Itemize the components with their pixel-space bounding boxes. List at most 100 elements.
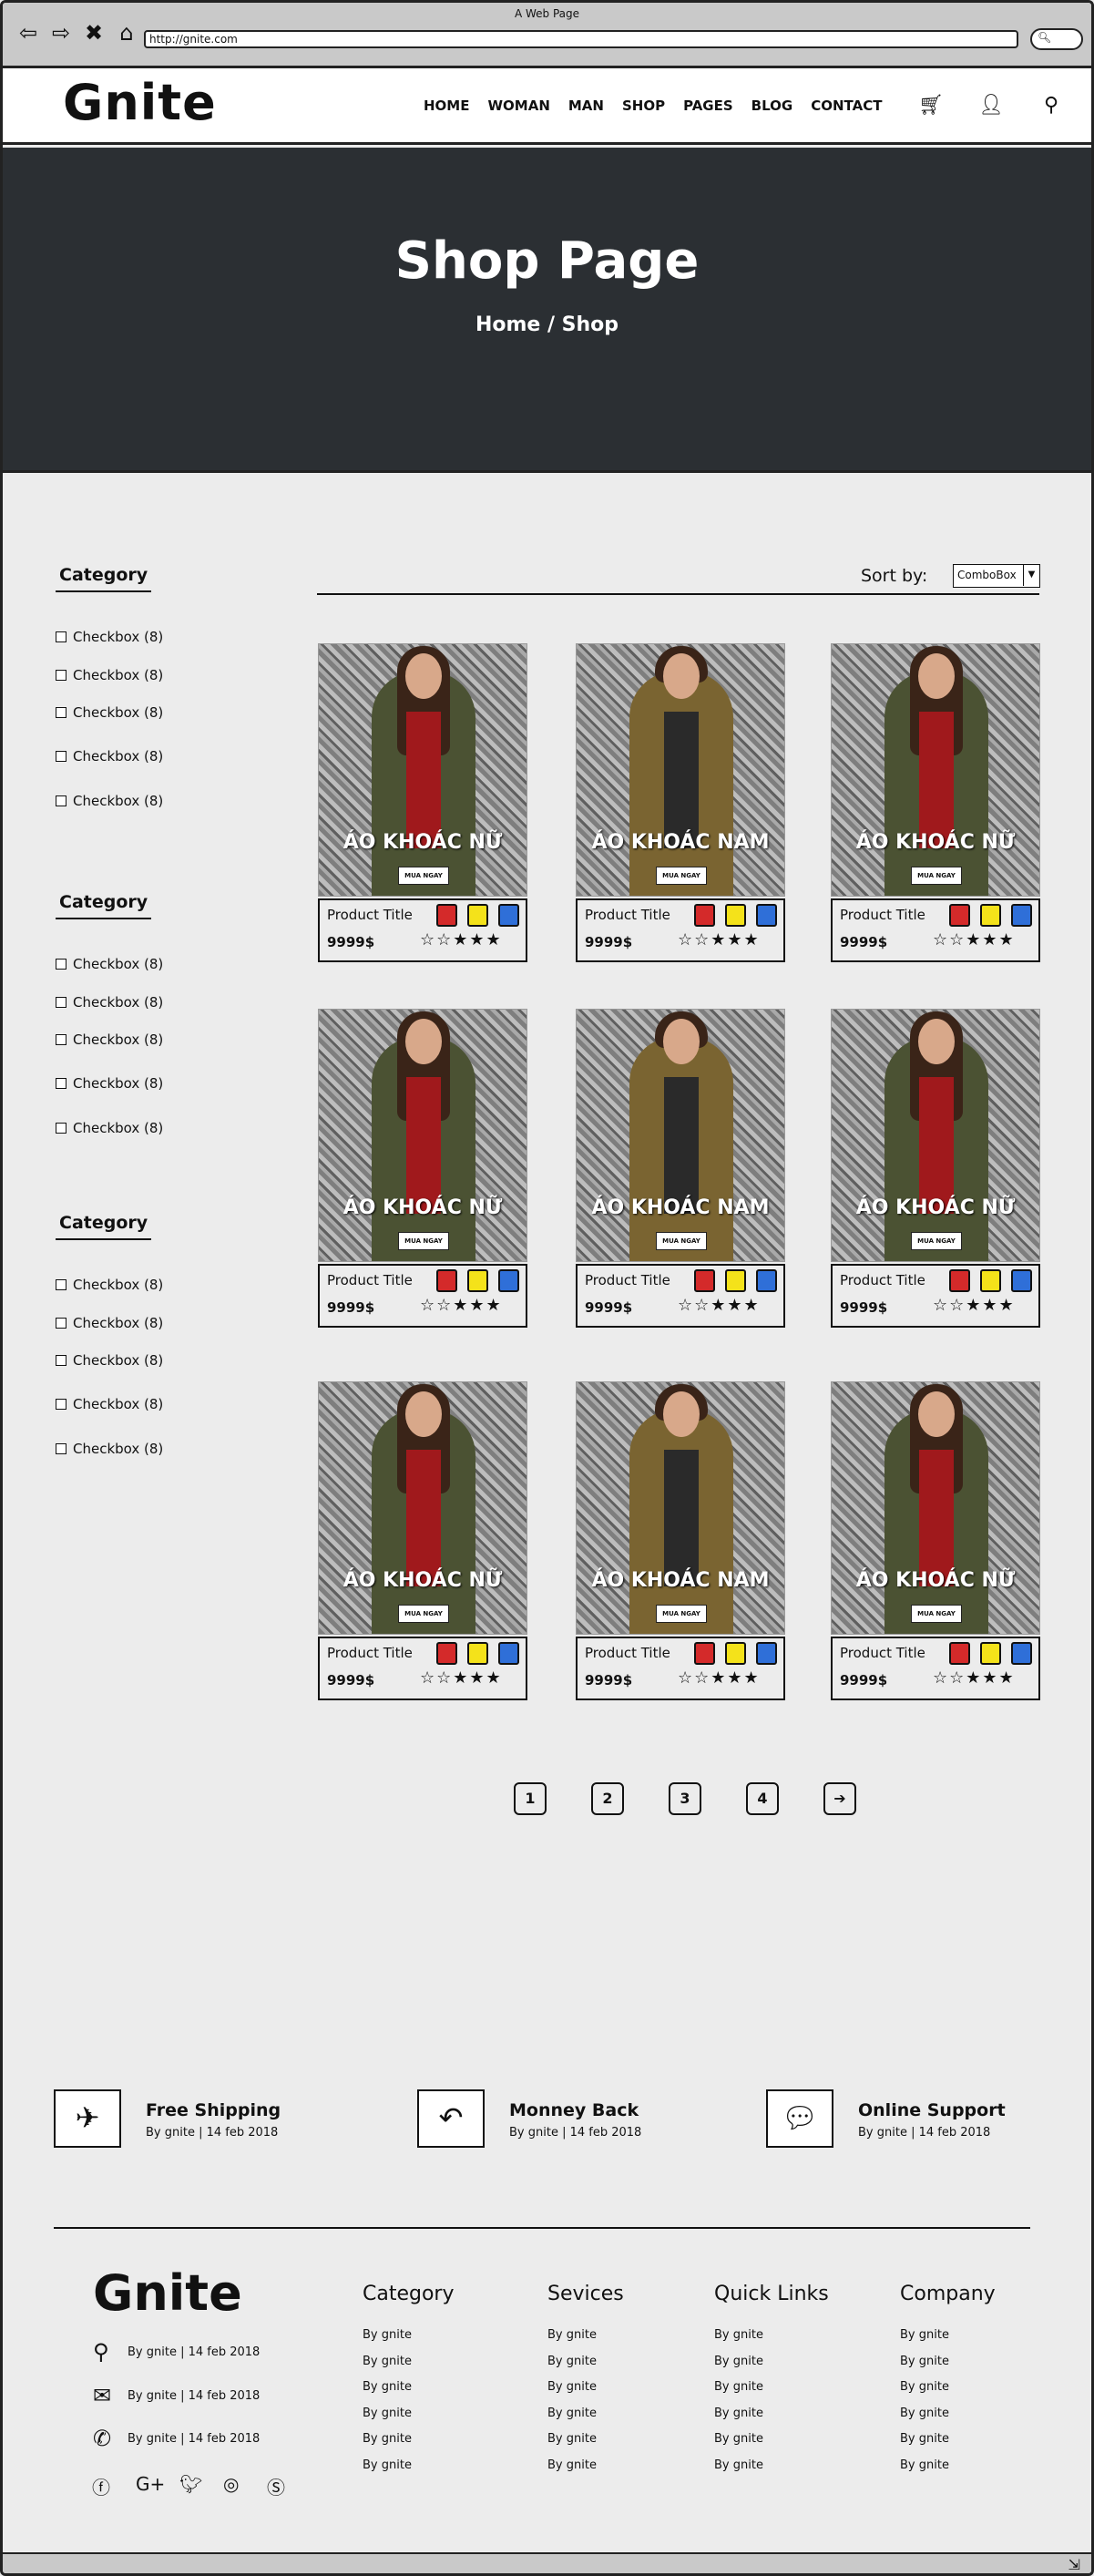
checkbox-icon[interactable] xyxy=(56,707,66,718)
buy-now-button[interactable]: MUA NGAY xyxy=(911,1232,962,1250)
menu-pages[interactable]: PAGES xyxy=(683,97,733,114)
checkbox-icon[interactable] xyxy=(56,1318,66,1329)
product-card[interactable]: ÁO KHOÁC NAM MUA NGAY Product Title 9999$ ☆☆… xyxy=(576,643,785,962)
color-swatch[interactable] xyxy=(498,904,519,927)
product-card[interactable]: ÁO KHOÁC NỮ MUA NGAY Product Title 9999$ ☆☆★… xyxy=(831,643,1040,962)
site-logo[interactable]: Gnite xyxy=(63,74,217,131)
category-checkbox[interactable]: Checkbox (8) xyxy=(56,994,163,1011)
footer-link[interactable]: By gnite xyxy=(900,2355,996,2381)
color-swatch[interactable] xyxy=(1011,904,1032,927)
color-swatch[interactable] xyxy=(467,1269,488,1292)
breadcrumb[interactable]: Home / Shop xyxy=(3,313,1091,336)
color-swatch[interactable] xyxy=(694,1642,715,1665)
footer-link[interactable]: By gnite xyxy=(714,2432,829,2458)
color-swatch[interactable] xyxy=(980,1269,1001,1292)
buy-now-button[interactable]: MUA NGAY xyxy=(656,1232,707,1250)
menu-shop[interactable]: SHOP xyxy=(622,97,665,114)
browser-search[interactable]: 🔍︎ xyxy=(1030,28,1083,50)
footer-link[interactable]: By gnite xyxy=(363,2407,455,2433)
footer-link[interactable]: By gnite xyxy=(363,2432,455,2458)
add-user-icon[interactable]: 👤︎ xyxy=(961,94,1021,117)
footer-link[interactable]: By gnite xyxy=(714,2380,829,2407)
product-title[interactable]: Product Title xyxy=(840,1645,925,1661)
checkbox-icon[interactable] xyxy=(56,997,66,1008)
product-card[interactable]: ÁO KHOÁC NỮ MUA NGAY Product Title 9999$ ☆☆★… xyxy=(831,1381,1040,1700)
google-plus-icon[interactable]: G+ xyxy=(136,2473,179,2499)
footer-link[interactable]: By gnite xyxy=(900,2380,996,2407)
facebook-icon[interactable]: ⓕ xyxy=(92,2473,136,2499)
footer-link[interactable]: By gnite xyxy=(900,2458,996,2485)
category-checkbox[interactable]: Checkbox (8) xyxy=(56,1352,163,1369)
category-checkbox[interactable]: Checkbox (8) xyxy=(56,667,163,683)
product-image[interactable]: ÁO KHOÁC NỮ MUA NGAY xyxy=(318,1381,527,1635)
checkbox-icon[interactable] xyxy=(56,751,66,762)
color-swatch[interactable] xyxy=(1011,1269,1032,1292)
footer-link[interactable]: By gnite xyxy=(714,2458,829,2485)
close-icon[interactable]: ✖ xyxy=(81,21,107,45)
color-swatch[interactable] xyxy=(949,904,970,927)
page-3[interactable]: 3 xyxy=(669,1782,701,1815)
footer-link[interactable]: By gnite xyxy=(363,2328,455,2355)
color-swatch[interactable] xyxy=(725,1642,746,1665)
category-checkbox[interactable]: Checkbox (8) xyxy=(56,1396,163,1412)
color-swatch[interactable] xyxy=(1011,1642,1032,1665)
checkbox-icon[interactable] xyxy=(56,1078,66,1089)
footer-link[interactable]: By gnite xyxy=(900,2432,996,2458)
product-title[interactable]: Product Title xyxy=(585,1272,670,1288)
twitter-icon[interactable]: 🐦︎ xyxy=(179,2473,223,2499)
footer-link[interactable]: By gnite xyxy=(547,2432,624,2458)
product-card[interactable]: ÁO KHOÁC NỮ MUA NGAY Product Title 9999$ ☆☆★… xyxy=(831,1009,1040,1328)
color-swatch[interactable] xyxy=(467,1642,488,1665)
menu-man[interactable]: MAN xyxy=(568,97,604,114)
product-card[interactable]: ÁO KHOÁC NỮ MUA NGAY Product Title 9999$ ☆☆★… xyxy=(318,1381,527,1700)
menu-blog[interactable]: BLOG xyxy=(751,97,793,114)
color-swatch[interactable] xyxy=(436,1642,457,1665)
color-swatch[interactable] xyxy=(980,904,1001,927)
color-swatch[interactable] xyxy=(980,1642,1001,1665)
product-image[interactable]: ÁO KHOÁC NỮ MUA NGAY xyxy=(318,643,527,897)
checkbox-icon[interactable] xyxy=(56,631,66,642)
footer-link[interactable]: By gnite xyxy=(363,2380,455,2407)
product-image[interactable]: ÁO KHOÁC NAM MUA NGAY xyxy=(576,643,785,897)
product-image[interactable]: ÁO KHOÁC NỮ MUA NGAY xyxy=(831,643,1040,897)
checkbox-icon[interactable] xyxy=(56,1355,66,1366)
color-swatch[interactable] xyxy=(467,904,488,927)
color-swatch[interactable] xyxy=(949,1269,970,1292)
category-checkbox[interactable]: Checkbox (8) xyxy=(56,1075,163,1092)
product-card[interactable]: ÁO KHOÁC NỮ MUA NGAY Product Title 9999$ ☆☆★… xyxy=(318,1009,527,1328)
footer-link[interactable]: By gnite xyxy=(900,2407,996,2433)
menu-woman[interactable]: WOMAN xyxy=(487,97,549,114)
category-checkbox[interactable]: Checkbox (8) xyxy=(56,793,163,809)
product-title[interactable]: Product Title xyxy=(585,907,670,923)
color-swatch[interactable] xyxy=(498,1642,519,1665)
footer-link[interactable]: By gnite xyxy=(547,2407,624,2433)
color-swatch[interactable] xyxy=(498,1269,519,1292)
product-image[interactable]: ÁO KHOÁC NAM MUA NGAY xyxy=(576,1009,785,1262)
buy-now-button[interactable]: MUA NGAY xyxy=(656,1605,707,1623)
footer-link[interactable]: By gnite xyxy=(900,2328,996,2355)
footer-link[interactable]: By gnite xyxy=(363,2458,455,2485)
color-swatch[interactable] xyxy=(436,1269,457,1292)
color-swatch[interactable] xyxy=(756,904,777,927)
color-swatch[interactable] xyxy=(725,904,746,927)
category-checkbox[interactable]: Checkbox (8) xyxy=(56,629,163,645)
footer-link[interactable]: By gnite xyxy=(547,2355,624,2381)
back-icon[interactable]: ⇦ xyxy=(15,21,41,45)
footer-link[interactable]: By gnite xyxy=(714,2328,829,2355)
checkbox-icon[interactable] xyxy=(56,1123,66,1134)
buy-now-button[interactable]: MUA NGAY xyxy=(656,867,707,885)
product-card[interactable]: ÁO KHOÁC NAM MUA NGAY Product Title 9999$ ☆☆… xyxy=(576,1381,785,1700)
color-swatch[interactable] xyxy=(756,1642,777,1665)
category-checkbox[interactable]: Checkbox (8) xyxy=(56,956,163,972)
forward-icon[interactable]: ⇨ xyxy=(48,21,74,45)
category-checkbox[interactable]: Checkbox (8) xyxy=(56,1315,163,1331)
skype-icon[interactable]: Ⓢ xyxy=(267,2473,311,2499)
search-icon[interactable]: ⚲ xyxy=(1021,94,1081,117)
product-image[interactable]: ÁO KHOÁC NAM MUA NGAY xyxy=(576,1381,785,1635)
color-swatch[interactable] xyxy=(756,1269,777,1292)
checkbox-icon[interactable] xyxy=(56,670,66,681)
page-1[interactable]: 1 xyxy=(514,1782,547,1815)
product-card[interactable]: ÁO KHOÁC NỮ MUA NGAY Product Title 9999$ ☆☆★… xyxy=(318,643,527,962)
color-swatch[interactable] xyxy=(436,904,457,927)
home-icon[interactable]: ⌂ xyxy=(114,21,139,45)
